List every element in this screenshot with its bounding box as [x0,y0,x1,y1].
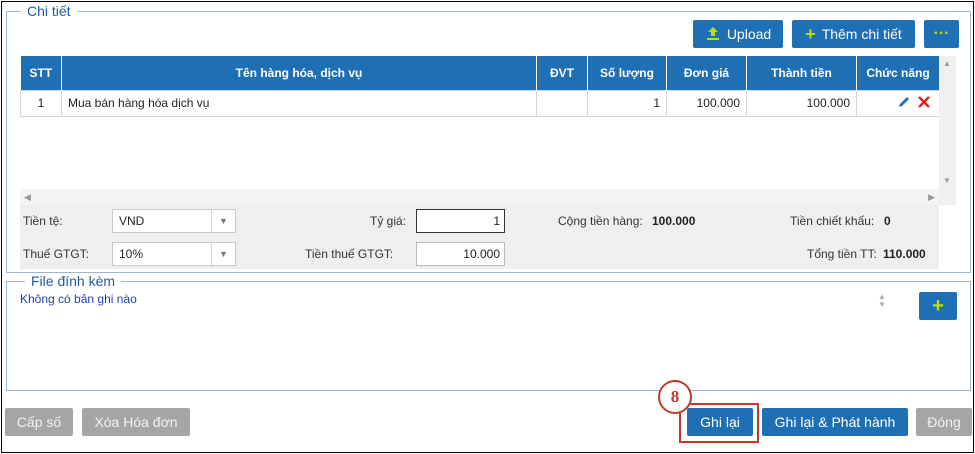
cell-unit [536,89,588,117]
save-and-publish-label: Ghi lại & Phát hành [774,414,896,430]
col-header-name[interactable]: Tên hàng hóa, dịch vụ [61,56,537,90]
vat-rate-select[interactable]: 10% ▼ [112,242,236,266]
table-header-row: STT Tên hàng hóa, dịch vụ ĐVT Số lượng Đ… [20,56,940,90]
cell-name: Mua bán hàng hóa dịch vụ [61,89,537,117]
add-detail-label: Thêm chi tiết [821,26,902,42]
currency-value: VND [119,214,145,228]
step-number-badge: 8 [658,380,692,414]
vat-amount-input[interactable]: 10.000 [416,242,505,266]
currency-select[interactable]: VND ▼ [112,209,236,233]
grand-total-label: Tổng tiền TT: [807,247,877,261]
cell-stt: 1 [20,89,62,117]
attachments-legend: File đính kèm [25,273,122,289]
goods-total-label: Cộng tiền hàng: [558,214,643,228]
col-header-qty[interactable]: Số lượng [587,56,667,90]
discount-value: 0 [884,214,891,228]
invoice-detail-window: Chi tiết Upload + Thêm chi tiết ··· STT … [1,1,974,453]
close-label: Đóng [927,414,961,430]
currency-label: Tiền tệ: [23,214,63,228]
table-vertical-scrollbar[interactable]: ▲ ▼ [939,56,956,205]
cell-qty: 1 [587,89,667,117]
vat-rate-value: 10% [119,247,144,261]
table-horizontal-scrollbar[interactable]: ◀ ▶ [20,189,939,205]
grand-total-value: 110.000 [883,247,926,261]
col-header-stt[interactable]: STT [20,56,62,90]
upload-button[interactable]: Upload [693,20,783,48]
sort-arrows-icon[interactable]: ▲ ▼ [878,293,886,309]
cell-actions [856,89,940,117]
rate-label: Tỷ giá: [370,214,407,228]
discount-label: Tiền chiết khấu: [790,214,875,228]
more-options-button[interactable]: ··· [924,20,959,48]
detail-table: STT Tên hàng hóa, dịch vụ ĐVT Số lượng Đ… [20,56,940,117]
add-detail-button[interactable]: + Thêm chi tiết [792,20,915,48]
delete-invoice-label: Xóa Hóa đơn [94,414,178,430]
chevron-down-icon[interactable]: ▼ [211,210,235,232]
col-header-amount[interactable]: Thành tiền [746,56,857,90]
vat-amount-label: Tiền thuế GTGT: [305,247,394,261]
cell-amount: 100.000 [746,89,857,117]
plus-icon: + [805,24,816,44]
cell-price: 100.000 [666,89,747,117]
detail-section-legend: Chi tiết [21,3,77,19]
col-header-unit[interactable]: ĐVT [536,56,588,90]
scroll-down-arrow-icon[interactable]: ▼ [943,176,951,185]
goods-total-value: 100.000 [652,214,696,228]
add-attachment-button[interactable]: + [919,292,957,320]
col-header-actions: Chức năng [856,56,940,90]
attachments-section: File đính kèm [6,273,971,391]
attachments-empty-text: Không có bản ghi nào [20,292,137,306]
scroll-right-arrow-icon[interactable]: ▶ [928,192,935,203]
delete-x-icon[interactable] [917,95,931,112]
scroll-left-arrow-icon[interactable]: ◀ [24,192,31,203]
issue-number-button[interactable]: Cấp số [5,408,73,436]
chevron-down-icon[interactable]: ▼ [211,243,235,265]
more-dots-icon: ··· [933,25,950,42]
summary-panel: Tiền tệ: VND ▼ Tỷ giá: 1 Cộng tiền hàng:… [20,205,939,269]
save-and-publish-button[interactable]: Ghi lại & Phát hành [762,408,908,436]
delete-invoice-button[interactable]: Xóa Hóa đơn [82,408,190,436]
vat-label: Thuế GTGT: [23,247,90,261]
table-row[interactable]: 1 Mua bán hàng hóa dịch vụ 1 100.000 100… [20,89,940,117]
upload-label: Upload [726,26,772,42]
save-highlight-box [679,403,759,443]
edit-pencil-icon[interactable] [897,95,911,112]
rate-input[interactable]: 1 [416,209,505,233]
issue-number-label: Cấp số [16,414,62,430]
plus-icon: + [932,295,944,317]
scroll-up-arrow-icon[interactable]: ▲ [943,59,951,68]
close-button[interactable]: Đóng [916,408,972,436]
col-header-price[interactable]: Đơn giá [666,56,747,90]
upload-icon [705,26,721,42]
